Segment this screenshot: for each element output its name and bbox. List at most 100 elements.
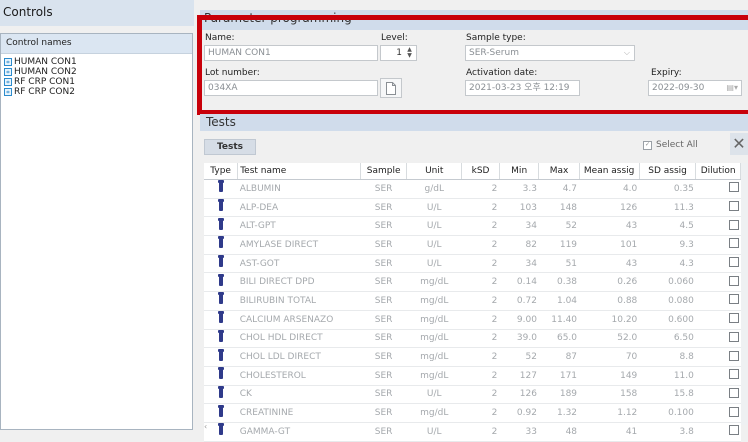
- dilution-checkbox[interactable]: [728, 238, 739, 249]
- vertical-scrollbar[interactable]: [741, 163, 748, 425]
- tests-button[interactable]: Tests: [204, 139, 256, 155]
- column-header[interactable]: Max: [538, 163, 580, 180]
- cell-name: CHOLESTEROL: [237, 366, 361, 386]
- dilution-checkbox[interactable]: [728, 350, 739, 361]
- cell-max: 1.32: [538, 403, 580, 423]
- dilution-checkbox[interactable]: [728, 275, 739, 286]
- column-header[interactable]: Unit: [406, 163, 463, 180]
- control-item[interactable]: ⌗ HUMAN CON1: [1, 57, 192, 67]
- table-row[interactable]: AMYLASE DIRECT SER U/L 2 82 119 101 9.3: [204, 235, 741, 255]
- type-cell: [204, 422, 238, 442]
- type-cell: [204, 347, 238, 367]
- table-row[interactable]: ALBUMIN SER g/dL 2 3.3 4.7 4.0 0.35: [204, 179, 741, 199]
- dilution-checkbox[interactable]: [728, 219, 739, 230]
- type-cell: [204, 254, 238, 274]
- dilution-checkbox[interactable]: [728, 406, 739, 417]
- cell-max: 148: [538, 198, 580, 218]
- cell-sd: 0.080: [639, 291, 696, 311]
- lot-number-field[interactable]: 034XA: [204, 80, 378, 96]
- expiry-date-picker[interactable]: 2022-09-30 ▤▾: [648, 80, 742, 96]
- controls-title: Controls: [0, 0, 194, 26]
- table-row[interactable]: CK SER U/L 2 126 189 158 15.8: [204, 385, 741, 405]
- dilution-checkbox[interactable]: [728, 425, 739, 436]
- dilution-cell: [695, 254, 741, 274]
- dilution-checkbox[interactable]: [728, 182, 739, 193]
- test-tube-icon: [217, 367, 224, 380]
- cell-mean: 158: [579, 385, 640, 405]
- controls-panel: Controls Control names ⌗ HUMAN CON1 ⌗ HUMAN…: [0, 0, 194, 430]
- cell-sample: SER: [360, 216, 407, 237]
- cell-unit: U/L: [406, 198, 462, 218]
- column-header[interactable]: Dilution: [695, 163, 741, 180]
- cell-name: BILIRUBIN TOTAL: [237, 291, 361, 311]
- dilution-checkbox[interactable]: [728, 201, 739, 212]
- activation-date-field[interactable]: 2021-03-23 오후 12:19: [465, 80, 580, 96]
- control-item[interactable]: ⌗ HUMAN CON2: [1, 67, 192, 77]
- column-header[interactable]: Mean assig: [579, 163, 640, 180]
- cell-sample: SER: [360, 422, 407, 442]
- cell-sample: SER: [360, 366, 407, 386]
- table-row[interactable]: GAMMA-GT SER U/L 2 33 48 41 3.8: [204, 422, 741, 442]
- name-field[interactable]: HUMAN CON1: [204, 45, 378, 61]
- control-item[interactable]: ⌗ RF CRP CON2: [1, 87, 192, 97]
- dilution-checkbox[interactable]: [728, 387, 739, 398]
- table-row[interactable]: BILI DIRECT DPD SER mg/dL 2 0.14 0.38 0.26 0.06…: [204, 272, 741, 293]
- type-cell: [204, 179, 238, 199]
- sample-type-select[interactable]: SER-Serum ⌵: [465, 45, 635, 61]
- level-spin-icon[interactable]: ▲ ▼: [405, 47, 414, 59]
- dilution-checkbox[interactable]: [728, 369, 739, 380]
- table-row[interactable]: ALT-GPT SER U/L 2 34 52 43 4.5: [204, 216, 741, 237]
- column-header[interactable]: Test name: [237, 163, 361, 180]
- activation-date-label: Activation date:: [466, 68, 538, 78]
- table-row[interactable]: CREATININE SER mg/dL 2 0.92 1.32 1.12 0.100: [204, 403, 741, 423]
- dilution-checkbox[interactable]: [728, 331, 739, 342]
- select-all-label: Select All: [656, 140, 698, 150]
- column-header[interactable]: Type: [204, 163, 239, 180]
- column-header[interactable]: SD assig: [639, 163, 697, 180]
- lot-number-label: Lot number:: [205, 68, 260, 78]
- cell-sample: SER: [360, 254, 407, 274]
- cell-unit: mg/dL: [406, 403, 462, 423]
- table-row[interactable]: CHOL HDL DIRECT SER mg/dL 2 39.0 65.0 52.0 6.50: [204, 329, 741, 349]
- cell-sd: 15.8: [639, 385, 696, 405]
- table-row[interactable]: CALCIUM ARSENAZO SER mg/dL 2 9.00 11.40 10.20 0…: [204, 310, 741, 330]
- column-header[interactable]: kSD: [461, 163, 500, 180]
- document-icon[interactable]: [380, 78, 402, 98]
- dilution-cell: [695, 291, 741, 311]
- column-header[interactable]: Min: [499, 163, 540, 180]
- dilution-checkbox[interactable]: [728, 313, 739, 324]
- cell-ksd: 2: [461, 310, 500, 330]
- cell-sd: 0.35: [639, 179, 696, 199]
- cell-sample: SER: [360, 272, 407, 293]
- cell-min: 34: [499, 216, 539, 237]
- cell-name: AST-GOT: [237, 254, 361, 274]
- type-cell: [204, 385, 238, 405]
- control-item[interactable]: ⌗ RF CRP CON1: [1, 77, 192, 87]
- cell-ksd: 2: [461, 403, 500, 423]
- cell-min: 103: [499, 198, 539, 218]
- dilution-checkbox[interactable]: [728, 257, 739, 268]
- cell-unit: U/L: [406, 422, 462, 442]
- table-row[interactable]: AST-GOT SER U/L 2 34 51 43 4.3: [204, 254, 741, 274]
- close-icon[interactable]: ✕: [730, 133, 748, 155]
- cell-max: 189: [538, 385, 580, 405]
- dilution-cell: [695, 329, 741, 349]
- table-row[interactable]: BILIRUBIN TOTAL SER mg/dL 2 0.72 1.04 0.88 0.08…: [204, 291, 741, 311]
- cell-mean: 126: [579, 198, 640, 218]
- cell-sd: 8.8: [639, 347, 696, 367]
- test-tube-icon: [217, 385, 224, 398]
- cell-sd: 4.5: [639, 216, 696, 237]
- select-all-checkbox[interactable]: ✓ Select All: [643, 140, 698, 150]
- table-row[interactable]: CHOL LDL DIRECT SER mg/dL 2 52 87 70 8.8: [204, 347, 741, 367]
- dilution-checkbox[interactable]: [728, 294, 739, 305]
- test-tube-icon: [217, 329, 224, 342]
- cell-sample: SER: [360, 235, 407, 255]
- column-header[interactable]: Sample: [360, 163, 408, 180]
- calendar-icon: ▤▾: [726, 83, 738, 92]
- cell-sample: SER: [360, 385, 407, 405]
- table-row[interactable]: CHOLESTEROL SER mg/dL 2 127 171 149 11.0: [204, 366, 741, 386]
- control-list: Control names ⌗ HUMAN CON1 ⌗ HUMAN CON2 ⌗ RF …: [0, 33, 193, 430]
- table-row[interactable]: ALP-DEA SER U/L 2 103 148 126 11.3: [204, 198, 741, 218]
- cell-ksd: 2: [461, 385, 500, 405]
- control-item-label: RF CRP CON2: [14, 87, 75, 97]
